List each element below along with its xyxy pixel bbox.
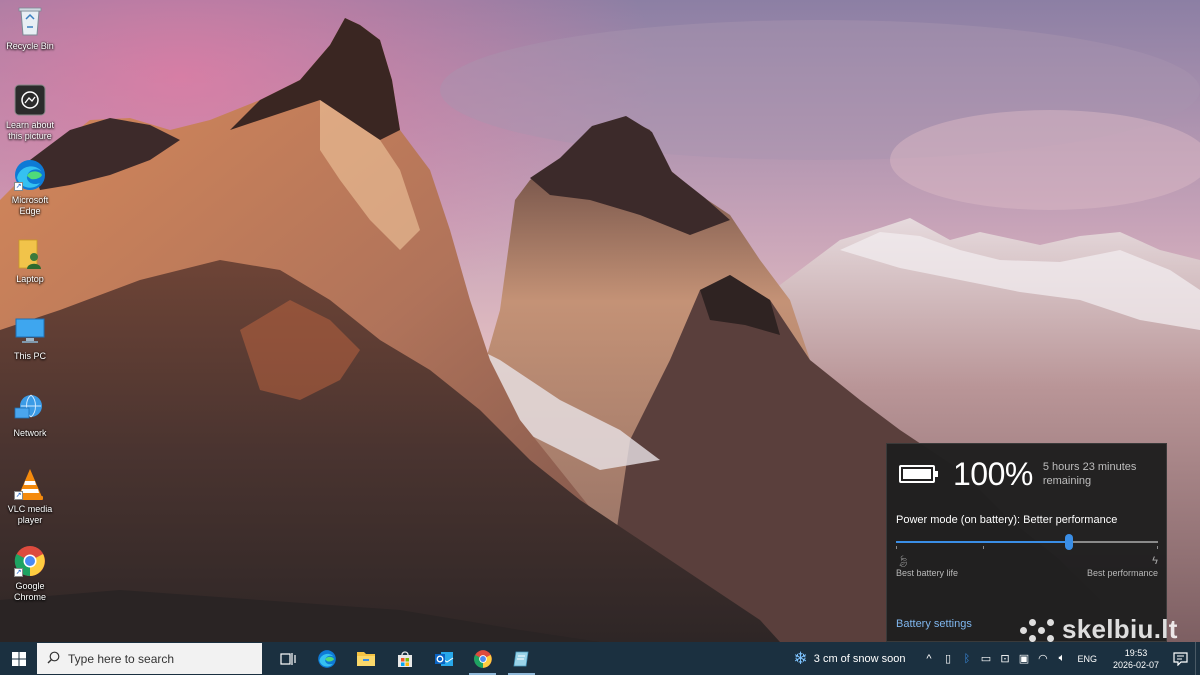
- taskbar-edge[interactable]: [307, 642, 346, 675]
- battery-tray-icon[interactable]: ▭: [976, 652, 995, 665]
- recycle-bin-icon: [13, 4, 47, 38]
- clock[interactable]: 19:53 2026-02-07: [1107, 647, 1165, 671]
- folder-user-icon: [13, 237, 47, 271]
- shortcut-arrow-icon: ↗: [14, 491, 23, 500]
- battery-settings-link[interactable]: Battery settings: [896, 618, 972, 630]
- desktop-icon-this-pc[interactable]: This PC: [0, 314, 60, 362]
- outlook-icon: [434, 651, 453, 666]
- taskbar-chrome[interactable]: [463, 642, 502, 675]
- desktop-icon-edge[interactable]: ↗ Microsoft Edge: [0, 158, 60, 217]
- clock-date: 2026-02-07: [1112, 659, 1160, 670]
- windows-logo-icon: [11, 651, 26, 666]
- slider-end-labels: 🍃︎ Best battery life ϟ Best performance: [896, 555, 1158, 583]
- battery-icon: [899, 463, 939, 485]
- file-explorer-icon: [356, 652, 375, 666]
- taskbar: Type here to search ❄ 3 cm of snow soon …: [0, 642, 1200, 675]
- best-performance: ϟ Best performance: [1086, 555, 1158, 578]
- desktop-icon-network[interactable]: Network: [0, 391, 60, 439]
- battery-status: 100% 5 hours 23 minutes remaining: [899, 457, 1153, 491]
- taskbar-task-view[interactable]: [268, 642, 307, 675]
- chrome-icon: [473, 649, 492, 668]
- taskbar-apps: [268, 642, 541, 675]
- monitor-icon: [13, 314, 47, 348]
- notification-icon: [1172, 651, 1188, 666]
- vlc-icon: ↗: [13, 467, 47, 501]
- watermark-logo-icon: [1020, 617, 1056, 643]
- start-button[interactable]: [0, 642, 37, 675]
- battery-time-remaining: 5 hours 23 minutes remaining: [1042, 461, 1137, 487]
- wifi-icon[interactable]: ◠: [1033, 652, 1052, 665]
- taskbar-app[interactable]: [502, 642, 541, 675]
- bluetooth-icon[interactable]: ᛒ: [957, 653, 976, 665]
- shortcut-arrow-icon: ↗: [14, 182, 23, 191]
- slider-track-fill: [896, 541, 1069, 543]
- battery-percent: 100%: [953, 456, 1033, 492]
- lightning-icon: ϟ: [1152, 555, 1158, 567]
- watermark-text: skelbiu.lt: [1062, 614, 1178, 644]
- system-tray: ^ ▯ ᛒ ▭ ⊡ ▣ ◠ 🔈︎ ENG 19:53 2026-02-07: [919, 642, 1165, 675]
- edge-icon: [317, 649, 336, 668]
- usb-drive-icon[interactable]: ▯: [938, 652, 957, 665]
- leaf-icon: 🍃︎: [896, 556, 910, 568]
- language-indicator[interactable]: ENG: [1077, 654, 1097, 664]
- action-center-button[interactable]: [1165, 642, 1195, 675]
- store-icon: [397, 650, 412, 667]
- search-placeholder: Type here to search: [68, 651, 175, 666]
- slider-tick: [983, 546, 984, 549]
- taskbar-file-explorer[interactable]: [346, 642, 385, 675]
- device-icon[interactable]: ⊡: [995, 652, 1014, 665]
- weather-widget[interactable]: ❄ 3 cm of snow soon: [794, 642, 906, 675]
- desktop-icon-laptop[interactable]: Laptop: [0, 237, 60, 285]
- taskbar-store[interactable]: [385, 642, 424, 675]
- edge-icon: ↗: [13, 158, 47, 192]
- taskbar-search-box[interactable]: Type here to search: [37, 643, 262, 674]
- battery-flyout: 100% 5 hours 23 minutes remaining Power …: [886, 443, 1167, 642]
- slider-tick: [896, 546, 897, 549]
- weather-text: 3 cm of snow soon: [813, 652, 906, 665]
- desktop-icon-recycle-bin[interactable]: Recycle Bin: [0, 4, 60, 52]
- learn-picture-icon: [13, 83, 47, 117]
- snowflake-icon: ❄: [793, 648, 808, 668]
- volume-icon[interactable]: 🔈︎: [1052, 652, 1071, 665]
- power-mode-label: Power mode (on battery): Better performa…: [896, 514, 1118, 526]
- search-icon: [47, 651, 60, 667]
- network-icon: [13, 391, 47, 425]
- watermark: skelbiu.lt: [1020, 614, 1178, 645]
- chevron-up-icon[interactable]: ^: [919, 653, 938, 665]
- desktop-icon-chrome[interactable]: ↗ Google Chrome: [0, 544, 60, 603]
- meet-now-icon[interactable]: ▣: [1014, 652, 1033, 665]
- best-battery-life: 🍃︎ Best battery life: [896, 556, 959, 578]
- desktop-icon-vlc[interactable]: ↗ VLC media player: [0, 467, 60, 526]
- chrome-icon: ↗: [13, 544, 47, 578]
- task-view-icon: [279, 652, 296, 665]
- slider-tick: [1157, 546, 1158, 549]
- show-desktop-button[interactable]: [1195, 642, 1200, 675]
- app-icon: [513, 651, 528, 666]
- taskbar-outlook[interactable]: [424, 642, 463, 675]
- clock-time: 19:53: [1124, 647, 1148, 658]
- shortcut-arrow-icon: ↗: [14, 568, 23, 577]
- power-mode-slider[interactable]: [896, 534, 1158, 550]
- desktop-icon-learn-picture[interactable]: Learn about this picture: [0, 83, 60, 142]
- slider-thumb[interactable]: [1065, 534, 1073, 550]
